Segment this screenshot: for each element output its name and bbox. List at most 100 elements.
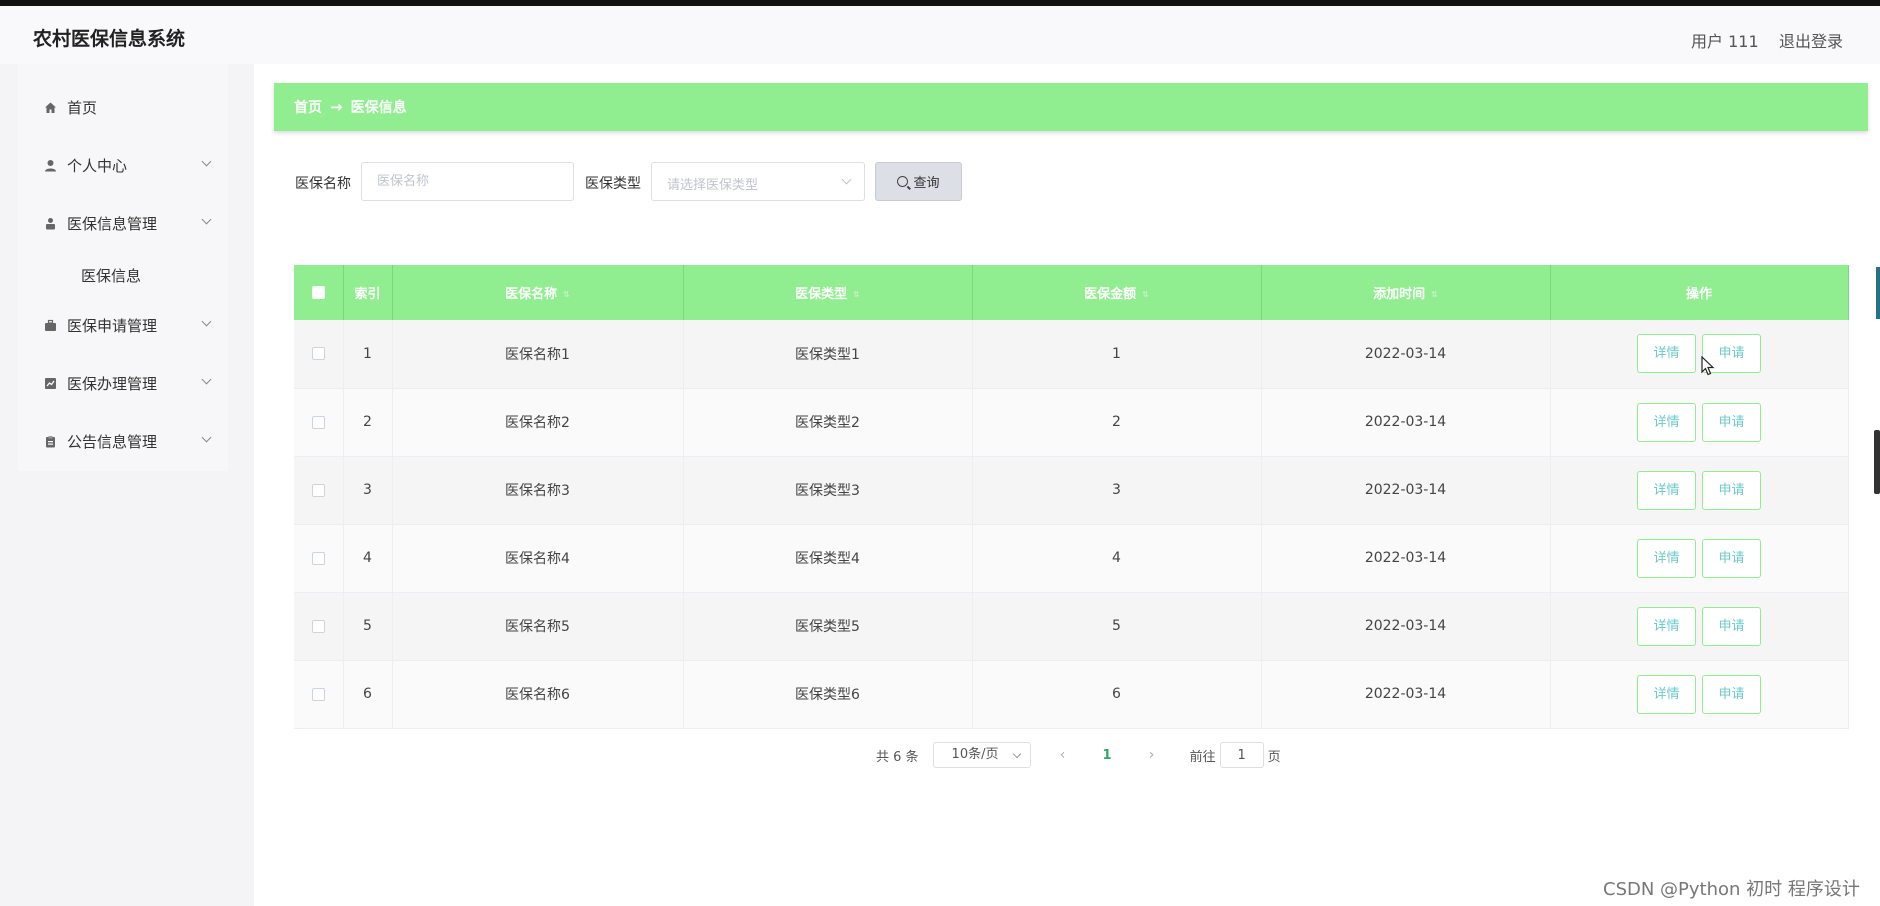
detail-button[interactable]: 详情 [1637, 674, 1696, 714]
column-header-date[interactable]: 添加时间 ⇅ [1261, 265, 1551, 320]
table-row: 3 医保名称3 医保类型3 3 2022-03-14 详情 申请 [294, 456, 1849, 525]
sidebar-item-personal-center[interactable]: 个人中心 [18, 145, 228, 185]
home-icon [43, 100, 57, 114]
row-name: 医保名称6 [392, 660, 684, 729]
table-header-row: 索引 医保名称 ⇅ 医保类型 ⇅ 医保金额 ⇅ 添加时间 ⇅ 操作 [294, 265, 1849, 320]
mouse-cursor-icon [1701, 355, 1715, 380]
person-badge-icon [43, 216, 57, 230]
table-row: 4 医保名称4 医保类型4 4 2022-03-14 详情 申请 [294, 524, 1849, 593]
sidebar-item-label: 公告信息管理 [67, 432, 158, 451]
row-amount: 5 [972, 592, 1262, 661]
page-number[interactable]: 1 [1103, 748, 1112, 763]
apply-button[interactable]: 申请 [1702, 402, 1761, 442]
row-amount: 1 [972, 320, 1262, 389]
sort-icon[interactable]: ⇅ [1431, 290, 1438, 299]
row-index: 4 [343, 524, 393, 593]
page-size-value: 10条/页 [951, 747, 999, 762]
detail-button[interactable]: 详情 [1637, 402, 1696, 442]
chart-icon [43, 376, 57, 390]
apply-button[interactable]: 申请 [1702, 606, 1761, 646]
row-type: 医保类型1 [683, 320, 973, 389]
row-name: 医保名称5 [392, 592, 684, 661]
current-user: 用户 111 [1691, 32, 1759, 51]
detail-button[interactable]: 详情 [1637, 606, 1696, 646]
sort-icon[interactable]: ⇅ [563, 290, 570, 299]
sidebar-item-insurance-info-mgmt[interactable]: 医保信息管理 [18, 203, 228, 243]
goto-prefix: 前往 [1189, 749, 1216, 765]
row-date: 2022-03-14 [1261, 388, 1551, 457]
goto-suffix: 页 [1267, 749, 1281, 765]
query-button-label: 查询 [913, 176, 940, 191]
total-count: 共 6 条 [876, 749, 919, 765]
column-header-index: 索引 [343, 265, 393, 320]
breadcrumb-home[interactable]: 首页 [294, 97, 322, 117]
pagination: 共 6 条 10条/页 ‹ 1 › 前往 页 [876, 741, 1281, 769]
row-checkbox[interactable] [311, 483, 325, 497]
clipboard-icon [43, 434, 57, 448]
row-checkbox[interactable] [311, 687, 325, 701]
detail-button[interactable]: 详情 [1637, 538, 1696, 578]
row-checkbox[interactable] [311, 619, 325, 633]
row-type: 医保类型2 [683, 388, 973, 457]
type-search-label: 医保类型 [585, 176, 641, 192]
column-header-amount[interactable]: 医保金额 ⇅ [972, 265, 1262, 320]
prev-page-icon[interactable]: ‹ [1053, 747, 1073, 763]
row-name: 医保名称4 [392, 524, 684, 593]
row-date: 2022-03-14 [1261, 592, 1551, 661]
column-header-type[interactable]: 医保类型 ⇅ [683, 265, 973, 320]
row-amount: 6 [972, 660, 1262, 729]
row-type: 医保类型4 [683, 524, 973, 593]
sidebar-item-application-mgmt[interactable]: 医保申请管理 [18, 305, 228, 345]
row-date: 2022-03-14 [1261, 660, 1551, 729]
row-actions: 详情 申请 [1550, 660, 1849, 729]
detail-button[interactable]: 详情 [1637, 334, 1696, 374]
sidebar-item-announcement-mgmt[interactable]: 公告信息管理 [18, 421, 228, 461]
sidebar-menu: 首页 个人中心 医保信息管理 医保信息 医保申请管理 医保办理管理 公告信息管理 [18, 64, 228, 471]
row-date: 2022-03-14 [1261, 524, 1551, 593]
apply-button[interactable]: 申请 [1702, 470, 1761, 510]
next-page-icon[interactable]: › [1142, 747, 1162, 763]
sidebar-item-label: 个人中心 [67, 156, 128, 175]
sidebar-subitem-insurance-info[interactable]: 医保信息 [81, 265, 141, 286]
sidebar-item-home[interactable]: 首页 [18, 87, 228, 127]
query-button[interactable]: 查询 [875, 162, 962, 201]
sidebar-item-label: 医保办理管理 [67, 374, 158, 393]
sidebar-item-label: 医保申请管理 [67, 316, 158, 335]
user-icon [43, 158, 57, 172]
sidebar-item-label: 首页 [67, 98, 98, 117]
chevron-down-icon [201, 316, 212, 327]
scroll-indicator [1876, 267, 1880, 319]
type-select-placeholder: 请选择医保类型 [667, 178, 759, 193]
goto-page-input[interactable] [1219, 742, 1264, 768]
row-amount: 3 [972, 456, 1262, 525]
watermark-text: CSDN @Python 初时 程序设计 [1603, 879, 1860, 900]
chevron-down-icon [841, 174, 852, 185]
column-header-name[interactable]: 医保名称 ⇅ [392, 265, 684, 320]
table-row: 1 医保名称1 医保类型1 1 2022-03-14 详情 申请 [294, 320, 1849, 389]
row-index: 5 [343, 592, 393, 661]
row-date: 2022-03-14 [1261, 320, 1551, 389]
select-all-header [294, 265, 344, 320]
sidebar-item-processing-mgmt[interactable]: 医保办理管理 [18, 363, 228, 403]
logout-link[interactable]: 退出登录 [1779, 28, 1843, 52]
row-index: 6 [343, 660, 393, 729]
sort-icon[interactable]: ⇅ [1142, 290, 1149, 299]
apply-button[interactable]: 申请 [1702, 674, 1761, 714]
type-select[interactable]: 请选择医保类型 [651, 162, 865, 201]
page-size-select[interactable]: 10条/页 [932, 742, 1031, 768]
row-actions: 详情 申请 [1550, 592, 1849, 661]
chevron-down-icon [201, 214, 212, 225]
scrollbar-thumb[interactable] [1874, 430, 1880, 494]
briefcase-icon [43, 318, 57, 332]
row-checkbox[interactable] [311, 415, 325, 429]
select-all-checkbox[interactable] [311, 286, 325, 299]
chevron-down-icon [201, 432, 212, 443]
detail-button[interactable]: 详情 [1637, 470, 1696, 510]
row-actions: 详情 申请 [1550, 388, 1849, 457]
row-checkbox[interactable] [311, 551, 325, 565]
sort-icon[interactable]: ⇅ [853, 290, 860, 299]
row-checkbox[interactable] [311, 347, 325, 361]
name-search-input[interactable] [361, 162, 574, 201]
sidebar-item-label: 医保信息管理 [67, 214, 158, 233]
apply-button[interactable]: 申请 [1702, 538, 1761, 578]
